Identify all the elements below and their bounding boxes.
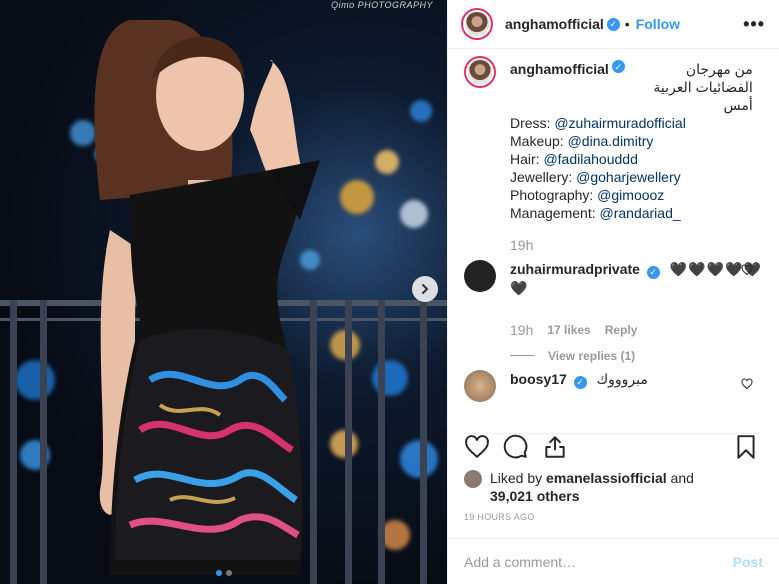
likes-count[interactable]: 39,021 others <box>490 488 580 504</box>
mention-link[interactable]: @goharjewellery <box>576 169 680 185</box>
comment-likes[interactable]: 17 likes <box>547 321 590 339</box>
comment-text: مبروووك <box>596 371 648 387</box>
liker-avatar[interactable] <box>464 470 482 488</box>
separator: • <box>624 16 630 32</box>
credit-line: Photography: @gimoooz <box>510 187 665 203</box>
caption-text: من مهرجان الفضائيات العربية أمس <box>653 61 753 113</box>
like-heart-icon[interactable] <box>464 434 490 460</box>
likes-and: and <box>666 470 694 486</box>
photo-watermark: Qimo PHOTOGRAPHY <box>331 0 433 10</box>
add-comment-bar: Post <box>448 538 779 584</box>
bokeh-light <box>410 100 432 122</box>
verified-icon: ✓ <box>573 375 587 389</box>
rail-post <box>10 300 17 584</box>
woman-figure <box>94 20 320 575</box>
caption-username[interactable]: anghamofficial <box>510 60 609 78</box>
comment-username[interactable]: boosy17 <box>510 371 567 387</box>
follow-button[interactable]: Follow <box>636 16 680 32</box>
comment-input[interactable] <box>464 553 733 570</box>
comments-feed[interactable]: anghamofficial ✓ من مهرجان الفضائيات الع… <box>448 56 779 402</box>
post-button[interactable]: Post <box>733 554 763 570</box>
comment-time[interactable]: 19h <box>510 321 533 339</box>
avatar[interactable] <box>464 56 496 88</box>
view-replies-label[interactable]: View replies (1) <box>548 347 635 365</box>
liker-username[interactable]: emanelassiofficial <box>546 470 667 486</box>
mention-link[interactable]: @randariad_ <box>600 205 681 221</box>
comment-meta: 19h 17 likes Reply <box>510 321 763 339</box>
comment-icon[interactable] <box>503 434 529 460</box>
share-icon[interactable] <box>542 434 568 460</box>
bokeh-light <box>15 360 55 400</box>
mention-link[interactable]: @fadilahouddd <box>543 151 637 167</box>
caption-time[interactable]: 19h <box>510 236 533 254</box>
carousel-indicator <box>0 570 447 576</box>
verified-icon: ✓ <box>611 60 625 73</box>
credit-line: Management: @randariad_ <box>510 205 681 221</box>
comment-body: boosy17 ✓ مبروووك <box>510 370 779 402</box>
verified-icon: ✓ <box>606 17 620 31</box>
comment-body: zuhairmuradprivate ✓ 🖤🖤🖤🖤🖤🖤 19h 17 likes… <box>510 260 779 370</box>
header-username[interactable]: anghamofficial <box>505 16 604 32</box>
post-details-panel: anghamofficial ✓ • Follow ••• anghamoffi… <box>447 0 779 584</box>
avatar[interactable] <box>464 260 496 292</box>
action-bar <box>464 433 759 460</box>
carousel-dot <box>215 570 222 576</box>
post-dialog: Qimo PHOTOGRAPHY anghamofficial ✓ • Foll… <box>0 0 779 584</box>
carousel-dot <box>225 570 232 576</box>
heart-icon[interactable] <box>741 264 753 276</box>
view-replies[interactable]: View replies (1) <box>510 347 763 365</box>
likes-summary: Liked by emanelassiofficial and 39,021 o… <box>464 469 763 505</box>
reply-button[interactable]: Reply <box>605 321 638 339</box>
post-timestamp[interactable]: 19 HOURS AGO <box>464 512 535 522</box>
mention-link[interactable]: @zuhairmuradofficial <box>554 115 685 131</box>
credit-line: Dress: @zuhairmuradofficial <box>510 115 686 131</box>
bookmark-icon[interactable] <box>733 434 759 460</box>
verified-icon: ✓ <box>646 265 660 279</box>
comment: zuhairmuradprivate ✓ 🖤🖤🖤🖤🖤🖤 19h 17 likes… <box>464 260 779 370</box>
caption-meta: 19h <box>510 236 763 254</box>
rail-post <box>40 300 47 584</box>
comment: boosy17 ✓ مبروووك <box>464 370 779 402</box>
credit-line: Hair: @fadilahouddd <box>510 151 638 167</box>
caption-body: anghamofficial ✓ من مهرجان الفضائيات الع… <box>510 60 779 260</box>
more-options-icon[interactable]: ••• <box>743 14 765 35</box>
mention-link[interactable]: @dina.dimitry <box>568 133 654 149</box>
credit-line: Jewellery: @goharjewellery <box>510 169 681 185</box>
carousel-next-button[interactable] <box>412 276 438 302</box>
mention-link[interactable]: @gimoooz <box>597 187 664 203</box>
chevron-right-icon <box>422 284 428 294</box>
comment-username[interactable]: zuhairmuradprivate <box>510 261 640 277</box>
heart-icon[interactable] <box>741 378 753 390</box>
post-photo[interactable]: Qimo PHOTOGRAPHY <box>0 0 447 584</box>
avatar[interactable] <box>461 8 493 40</box>
likes-prefix: Liked by <box>490 470 547 486</box>
rail-post <box>420 300 427 584</box>
avatar[interactable] <box>464 370 496 402</box>
credit-line: Makeup: @dina.dimitry <box>510 133 654 149</box>
caption: anghamofficial ✓ من مهرجان الفضائيات الع… <box>464 56 779 260</box>
post-header: anghamofficial ✓ • Follow ••• <box>448 0 779 49</box>
